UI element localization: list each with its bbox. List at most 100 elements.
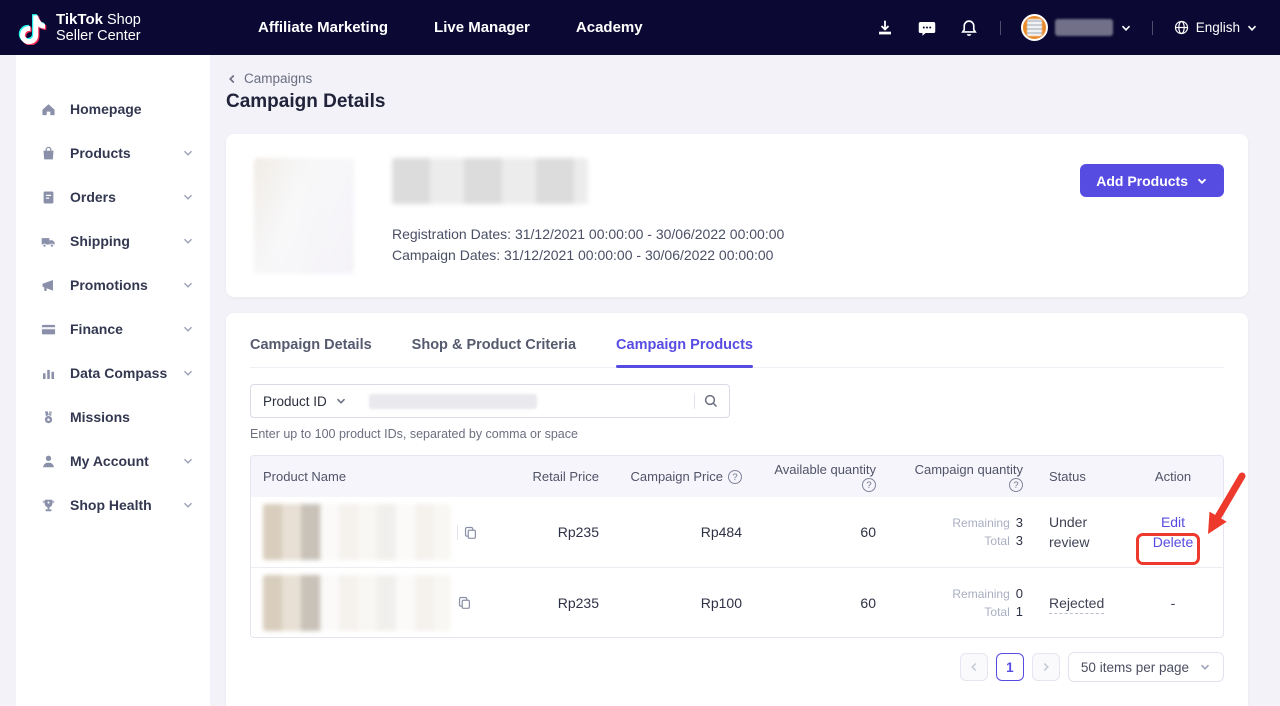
campaign-dates: Campaign Dates: 31/12/2021 00:00:00 - 30… <box>392 245 1224 266</box>
add-products-button[interactable]: Add Products <box>1080 164 1224 197</box>
available-quantity: 60 <box>754 595 888 611</box>
campaign-summary-card: Registration Dates: 31/12/2021 00:00:00 … <box>226 134 1248 297</box>
product-cell <box>251 575 501 631</box>
pagination: 1 50 items per page <box>250 652 1224 682</box>
sidebar-item-shipping[interactable]: Shipping <box>16 219 210 263</box>
person-icon <box>40 453 57 470</box>
campaign-price: Rp100 <box>611 595 754 611</box>
prev-page-button[interactable] <box>960 653 988 681</box>
status-badge: Under review <box>1035 512 1121 552</box>
campaign-image-redacted <box>254 158 354 274</box>
top-navbar: TikTok Shop Seller Center Affiliate Mark… <box>0 0 1280 55</box>
chevron-down-icon <box>182 367 194 379</box>
sidebar-item-missions[interactable]: Missions <box>16 395 210 439</box>
col-action: Action <box>1121 468 1224 484</box>
language-label: English <box>1196 20 1240 35</box>
sidebar-item-homepage[interactable]: Homepage <box>16 87 210 131</box>
sidebar-item-promotions[interactable]: Promotions <box>16 263 210 307</box>
help-icon[interactable]: ? <box>728 470 742 484</box>
search-filter-dropdown[interactable]: Product ID <box>263 394 347 409</box>
chevron-down-icon <box>1246 22 1258 34</box>
action-cell: Edit Delete <box>1121 514 1224 550</box>
divider <box>1000 21 1001 35</box>
product-thumbnail-redacted <box>263 575 451 631</box>
nav-live-manager[interactable]: Live Manager <box>434 19 530 36</box>
breadcrumb[interactable]: Campaigns <box>226 71 1248 86</box>
tab-campaign-products[interactable]: Campaign Products <box>616 337 753 367</box>
col-campaign-price: Campaign Price? <box>611 468 754 484</box>
no-action: - <box>1171 595 1176 611</box>
chevron-down-icon <box>1120 22 1132 34</box>
chat-icon[interactable] <box>916 17 938 39</box>
chevron-down-icon <box>182 455 194 467</box>
help-icon[interactable]: ? <box>862 478 876 492</box>
logo-text: TikTok Shop Seller Center <box>56 12 141 44</box>
page-number-button[interactable]: 1 <box>996 653 1024 681</box>
topbar-right: English <box>874 14 1258 41</box>
col-available-quantity: Available quantity? <box>754 461 888 493</box>
chevron-down-icon <box>182 147 194 159</box>
sidebar-item-shop-health[interactable]: Shop Health <box>16 483 210 527</box>
sidebar-item-my-account[interactable]: My Account <box>16 439 210 483</box>
chevron-down-icon <box>182 499 194 511</box>
breadcrumb-label: Campaigns <box>244 71 312 86</box>
product-search-bar: Product ID <box>250 384 730 418</box>
col-retail-price: Retail Price <box>501 468 611 484</box>
available-quantity: 60 <box>754 524 888 540</box>
search-hint: Enter up to 100 product IDs, separated b… <box>250 427 1224 441</box>
page-size-select[interactable]: 50 items per page <box>1068 652 1224 682</box>
truck-icon <box>40 233 57 250</box>
bell-icon[interactable] <box>958 17 980 39</box>
sidebar-item-orders[interactable]: Orders <box>16 175 210 219</box>
account-menu[interactable] <box>1021 14 1132 41</box>
tiktok-shop-logo[interactable]: TikTok Shop Seller Center <box>18 11 236 45</box>
campaign-price: Rp484 <box>611 524 754 540</box>
search-icon[interactable] <box>703 393 719 409</box>
campaign-quantity: Remaining3 Total3 <box>888 514 1035 550</box>
chevron-down-icon <box>182 323 194 335</box>
campaign-details-card: Campaign Details Shop & Product Criteria… <box>226 313 1248 706</box>
nav-affiliate-marketing[interactable]: Affiliate Marketing <box>258 19 388 36</box>
sidebar-item-finance[interactable]: Finance <box>16 307 210 351</box>
col-campaign-quantity: Campaign quantity? <box>888 461 1035 493</box>
sidebar-item-products[interactable]: Products <box>16 131 210 175</box>
copy-icon[interactable] <box>457 595 472 610</box>
divider <box>457 525 458 540</box>
credit-card-icon <box>40 321 57 338</box>
status-badge: Rejected <box>1035 593 1121 613</box>
products-table: Product Name Retail Price Campaign Price… <box>250 455 1224 638</box>
col-product-name: Product Name <box>251 468 501 484</box>
campaign-name-redacted <box>392 158 588 204</box>
nav-academy[interactable]: Academy <box>576 19 643 36</box>
chevron-down-icon <box>335 395 347 407</box>
chevron-down-icon <box>182 235 194 247</box>
megaphone-icon <box>40 277 57 294</box>
tabs: Campaign Details Shop & Product Criteria… <box>250 313 1224 368</box>
tiktok-note-icon <box>18 11 48 45</box>
language-selector[interactable]: English <box>1173 19 1258 36</box>
col-status: Status <box>1035 468 1121 484</box>
retail-price: Rp235 <box>501 524 611 540</box>
help-icon[interactable]: ? <box>1009 478 1023 492</box>
delete-link[interactable]: Delete <box>1153 534 1193 550</box>
globe-icon <box>1173 19 1190 36</box>
search-input-redacted[interactable] <box>369 394 537 409</box>
back-chevron-icon <box>226 73 238 85</box>
download-icon[interactable] <box>874 17 896 39</box>
product-thumbnail-redacted <box>263 504 451 560</box>
account-name-redacted <box>1055 19 1113 36</box>
bar-chart-icon <box>40 365 57 382</box>
main-content: Campaigns Campaign Details Registration … <box>226 55 1248 706</box>
sidebar: Homepage Products Orders Shipping Promot… <box>16 55 210 706</box>
avatar <box>1021 14 1048 41</box>
tab-shop-product-criteria[interactable]: Shop & Product Criteria <box>412 337 576 367</box>
tab-campaign-details[interactable]: Campaign Details <box>250 337 372 367</box>
product-cell <box>251 504 501 560</box>
copy-icon[interactable] <box>463 525 478 540</box>
sidebar-item-data-compass[interactable]: Data Compass <box>16 351 210 395</box>
table-row: Rp235 Rp484 60 Remaining3 Total3 Under r… <box>251 497 1223 567</box>
edit-link[interactable]: Edit <box>1161 514 1185 530</box>
next-page-button[interactable] <box>1032 653 1060 681</box>
campaign-quantity: Remaining0 Total1 <box>888 585 1035 621</box>
registration-dates: Registration Dates: 31/12/2021 00:00:00 … <box>392 224 1224 245</box>
